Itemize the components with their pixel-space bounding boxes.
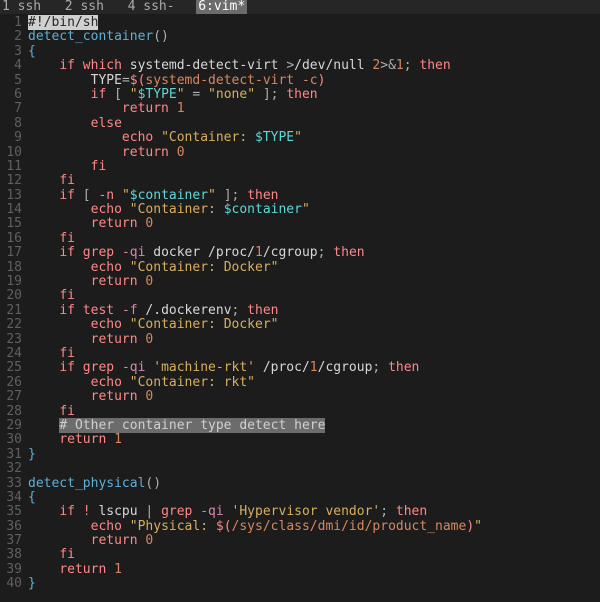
line-number: 31 <box>0 448 28 462</box>
line-number: 16 <box>0 232 28 246</box>
shebang-highlight: #!/bin/sh <box>28 15 98 30</box>
line-number: 30 <box>0 433 28 447</box>
line-number: 1 <box>0 16 28 30</box>
code-line: } <box>28 448 600 462</box>
code-line: echo "Physical: $(/sys/class/dmi/id/prod… <box>28 520 600 534</box>
vim-editor[interactable]: 1#!/bin/sh 2detect_container() 3{ 4 if w… <box>0 14 600 592</box>
code-line <box>28 462 600 476</box>
line-number: 7 <box>0 102 28 116</box>
code-line: #!/bin/sh <box>28 16 600 30</box>
code-line: return 0 <box>28 333 600 347</box>
line-number: 40 <box>0 577 28 591</box>
line-number: 18 <box>0 261 28 275</box>
line-number: 25 <box>0 361 28 375</box>
line-number: 13 <box>0 189 28 203</box>
code-line: echo "Container: Docker" <box>28 318 600 332</box>
line-number: 34 <box>0 491 28 505</box>
code-line: fi <box>28 174 600 188</box>
line-number: 21 <box>0 304 28 318</box>
line-number: 28 <box>0 405 28 419</box>
code-line: if which systemd-detect-virt >/dev/null … <box>28 59 600 73</box>
tmux-tab-sep <box>43 0 63 14</box>
code-line: if [ "$TYPE" = "none" ]; then <box>28 88 600 102</box>
code-line: TYPE=$(systemd-detect-virt -c) <box>28 74 600 88</box>
tmux-tab-sep <box>106 0 126 14</box>
code-line: return 0 <box>28 390 600 404</box>
line-number: 12 <box>0 174 28 188</box>
code-line: else <box>28 117 600 131</box>
code-line: { <box>28 45 600 59</box>
line-number: 19 <box>0 275 28 289</box>
code-line: if [ -n "$container" ]; then <box>28 189 600 203</box>
line-number: 4 <box>0 59 28 73</box>
code-line: detect_physical() <box>28 477 600 491</box>
line-number: 38 <box>0 548 28 562</box>
line-number: 37 <box>0 534 28 548</box>
line-number: 9 <box>0 131 28 145</box>
line-number: 10 <box>0 146 28 160</box>
tmux-tabline: 1 ssh 2 ssh 4 ssh- 6:vim* <box>0 0 600 14</box>
code-line: if ! lscpu | grep -qi 'Hypervisor vendor… <box>28 505 600 519</box>
code-line: return 1 <box>28 102 600 116</box>
tmux-tab-2[interactable]: 2 ssh <box>63 0 106 14</box>
line-number: 36 <box>0 520 28 534</box>
code-line: fi <box>28 548 600 562</box>
code-line: } <box>28 577 600 591</box>
code-line: return 1 <box>28 563 600 577</box>
tmux-tab-4[interactable]: 4 ssh- <box>126 0 177 14</box>
code-line: echo "Container: rkt" <box>28 376 600 390</box>
line-number: 6 <box>0 88 28 102</box>
code-line: return 0 <box>28 275 600 289</box>
code-line: echo "Container: $container" <box>28 203 600 217</box>
code-line: { <box>28 491 600 505</box>
line-number: 35 <box>0 505 28 519</box>
code-line: if grep -qi docker /proc/1/cgroup; then <box>28 246 600 260</box>
line-number: 39 <box>0 563 28 577</box>
code-line: fi <box>28 405 600 419</box>
line-number: 14 <box>0 203 28 217</box>
code-line: return 0 <box>28 534 600 548</box>
code-line: return 0 <box>28 217 600 231</box>
line-number: 24 <box>0 347 28 361</box>
code-line: detect_container() <box>28 30 600 44</box>
code-line: if test -f /.dockerenv; then <box>28 304 600 318</box>
code-line: # Other container type detect here <box>28 419 600 433</box>
code-line: echo "Container: Docker" <box>28 261 600 275</box>
code-line: return 1 <box>28 433 600 447</box>
line-number: 32 <box>0 462 28 476</box>
line-number: 5 <box>0 74 28 88</box>
code-line: fi <box>28 347 600 361</box>
line-number: 17 <box>0 246 28 260</box>
line-number: 27 <box>0 390 28 404</box>
code-line: echo "Container: $TYPE" <box>28 131 600 145</box>
line-number: 23 <box>0 333 28 347</box>
code-line: return 0 <box>28 146 600 160</box>
line-number: 2 <box>0 30 28 44</box>
code-line: fi <box>28 289 600 303</box>
tmux-tab-6-active[interactable]: 6:vim* <box>196 0 247 14</box>
code-line: fi <box>28 160 600 174</box>
line-number: 11 <box>0 160 28 174</box>
line-number: 26 <box>0 376 28 390</box>
tmux-tab-1[interactable]: 1 ssh <box>0 0 43 14</box>
comment-highlight: # Other container type detect here <box>59 418 325 433</box>
tmux-tab-sep <box>177 0 197 14</box>
line-number: 3 <box>0 45 28 59</box>
vim-cursor: ! <box>36 15 44 30</box>
line-number: 20 <box>0 289 28 303</box>
line-number: 29 <box>0 419 28 433</box>
line-number: 33 <box>0 477 28 491</box>
line-number: 8 <box>0 117 28 131</box>
line-number: 15 <box>0 217 28 231</box>
code-line: fi <box>28 232 600 246</box>
code-line: if grep -qi 'machine-rkt' /proc/1/cgroup… <box>28 361 600 375</box>
line-number: 22 <box>0 318 28 332</box>
